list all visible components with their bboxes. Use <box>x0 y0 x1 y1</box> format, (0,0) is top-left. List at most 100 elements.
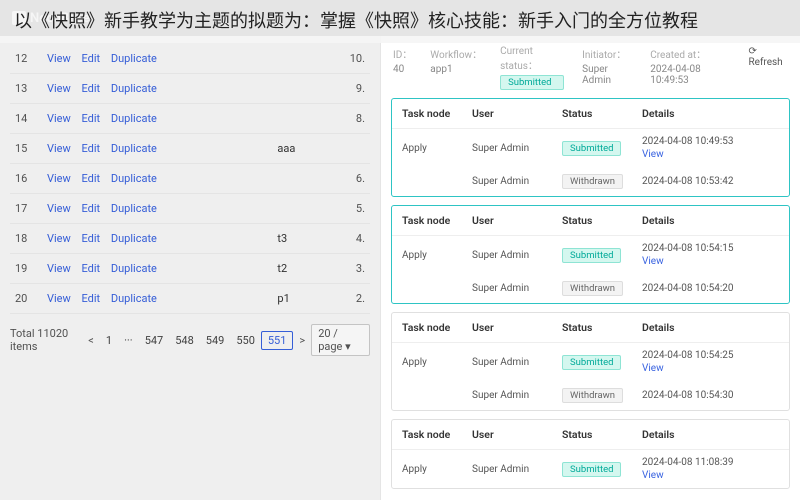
col-node: Task node <box>402 321 472 334</box>
table-row: 20 View Edit Duplicate p1 2. <box>10 284 370 314</box>
pager-next[interactable]: > <box>299 334 305 347</box>
meta-initiator-value: Super Admin <box>582 64 632 86</box>
refresh-button[interactable]: ⟳ Refresh <box>748 46 788 90</box>
task-details: 2024-04-08 10:54:25View <box>642 350 779 374</box>
task-node-name: Apply <box>402 250 472 261</box>
table-row: 14 View Edit Duplicate 8. <box>10 104 370 134</box>
view-link[interactable]: View <box>43 82 75 95</box>
col-node: Task node <box>402 107 472 120</box>
task-node-name: Apply <box>402 357 472 368</box>
task-status: Withdrawn <box>562 388 642 403</box>
row-text: t2 <box>272 254 323 284</box>
task-user: Super Admin <box>472 283 562 294</box>
duplicate-link[interactable]: Duplicate <box>107 202 161 215</box>
duplicate-link[interactable]: Duplicate <box>107 52 161 65</box>
col-user: User <box>472 321 562 334</box>
view-detail-link[interactable]: View <box>642 256 779 267</box>
status-badge: Submitted <box>562 355 621 370</box>
duplicate-link[interactable]: Duplicate <box>107 172 161 185</box>
task-user: Super Admin <box>472 250 562 261</box>
task-node-name: Apply <box>402 143 472 154</box>
edit-link[interactable]: Edit <box>78 82 105 95</box>
edit-link[interactable]: Edit <box>78 292 105 305</box>
view-link[interactable]: View <box>43 262 75 275</box>
meta-id-value: 40 <box>393 64 412 75</box>
row-actions: View Edit Duplicate <box>38 284 272 314</box>
duplicate-link[interactable]: Duplicate <box>107 262 161 275</box>
duplicate-link[interactable]: Duplicate <box>107 232 161 245</box>
table-row: 13 View Edit Duplicate 9. <box>10 74 370 104</box>
col-status: Status <box>562 321 642 334</box>
task-user: Super Admin <box>472 464 562 475</box>
records-table: 12 View Edit Duplicate 10.13 View Edit D… <box>10 44 370 314</box>
page-550[interactable]: 550 <box>230 332 261 349</box>
row-number: 12 <box>10 44 38 74</box>
row-right-number: 5. <box>324 194 370 224</box>
edit-link[interactable]: Edit <box>78 202 105 215</box>
task-user: Super Admin <box>472 357 562 368</box>
task-node-name: Apply <box>402 464 472 475</box>
task-status: Submitted <box>562 248 642 263</box>
row-actions: View Edit Duplicate <box>38 164 272 194</box>
row-number: 14 <box>10 104 38 134</box>
task-row: Apply Super Admin Submitted 2024-04-08 1… <box>392 450 789 488</box>
view-link[interactable]: View <box>43 292 75 305</box>
view-link[interactable]: View <box>43 202 75 215</box>
pager-prev[interactable]: < <box>88 334 94 347</box>
view-link[interactable]: View <box>43 112 75 125</box>
task-card: Task node User Status Details Apply Supe… <box>391 312 790 411</box>
duplicate-link[interactable]: Duplicate <box>107 142 161 155</box>
table-row: 18 View Edit Duplicate t3 4. <box>10 224 370 254</box>
page-1[interactable]: 1 <box>100 332 118 349</box>
edit-link[interactable]: Edit <box>78 112 105 125</box>
view-detail-link[interactable]: View <box>642 149 779 160</box>
page-551[interactable]: 551 <box>261 331 294 350</box>
row-number: 17 <box>10 194 38 224</box>
task-card: Task node User Status Details Apply Supe… <box>391 205 790 304</box>
card-header: Task node User Status Details <box>392 206 789 236</box>
page-548[interactable]: 548 <box>169 332 200 349</box>
edit-link[interactable]: Edit <box>78 172 105 185</box>
page-size-select[interactable]: 20 / page ▾ <box>311 324 370 356</box>
meta-workflow-label: Workflow： <box>430 46 482 61</box>
edit-link[interactable]: Edit <box>78 142 105 155</box>
view-link[interactable]: View <box>43 142 75 155</box>
task-user: Super Admin <box>472 143 562 154</box>
task-row: Super Admin Withdrawn 2024-04-08 10:54:3… <box>392 381 789 410</box>
row-number: 13 <box>10 74 38 104</box>
row-actions: View Edit Duplicate <box>38 104 272 134</box>
view-link[interactable]: View <box>43 52 75 65</box>
view-detail-link[interactable]: View <box>642 363 779 374</box>
task-details: 2024-04-08 10:54:30 <box>642 390 779 401</box>
col-details: Details <box>642 107 779 120</box>
edit-link[interactable]: Edit <box>78 262 105 275</box>
duplicate-link[interactable]: Duplicate <box>107 292 161 305</box>
page-547[interactable]: 547 <box>139 332 170 349</box>
page-549[interactable]: 549 <box>200 332 231 349</box>
task-row: Apply Super Admin Submitted 2024-04-08 1… <box>392 236 789 274</box>
task-card: Task node User Status Details Apply Supe… <box>391 98 790 197</box>
task-row: Super Admin Withdrawn 2024-04-08 10:54:2… <box>392 274 789 303</box>
task-status: Submitted <box>562 355 642 370</box>
task-details: 2024-04-08 11:08:39View <box>642 457 779 481</box>
col-details: Details <box>642 214 779 227</box>
row-right-number: 10. <box>324 44 370 74</box>
task-details: 2024-04-08 10:54:20 <box>642 283 779 294</box>
pagination: Total 11020 items < 1···547548549550551 … <box>10 324 370 356</box>
task-user: Super Admin <box>472 176 562 187</box>
status-badge: Submitted <box>562 248 621 263</box>
duplicate-link[interactable]: Duplicate <box>107 82 161 95</box>
edit-link[interactable]: Edit <box>78 52 105 65</box>
row-actions: View Edit Duplicate <box>38 134 272 164</box>
row-right-number: 8. <box>324 104 370 134</box>
row-right-number <box>324 134 370 164</box>
status-badge: Withdrawn <box>562 174 623 189</box>
edit-link[interactable]: Edit <box>78 232 105 245</box>
task-status: Withdrawn <box>562 174 642 189</box>
view-link[interactable]: View <box>43 232 75 245</box>
view-detail-link[interactable]: View <box>642 470 779 481</box>
duplicate-link[interactable]: Duplicate <box>107 112 161 125</box>
row-text <box>272 74 323 104</box>
detail-panel: ID：40 Workflow：app1 Current status：Submi… <box>380 36 800 500</box>
view-link[interactable]: View <box>43 172 75 185</box>
